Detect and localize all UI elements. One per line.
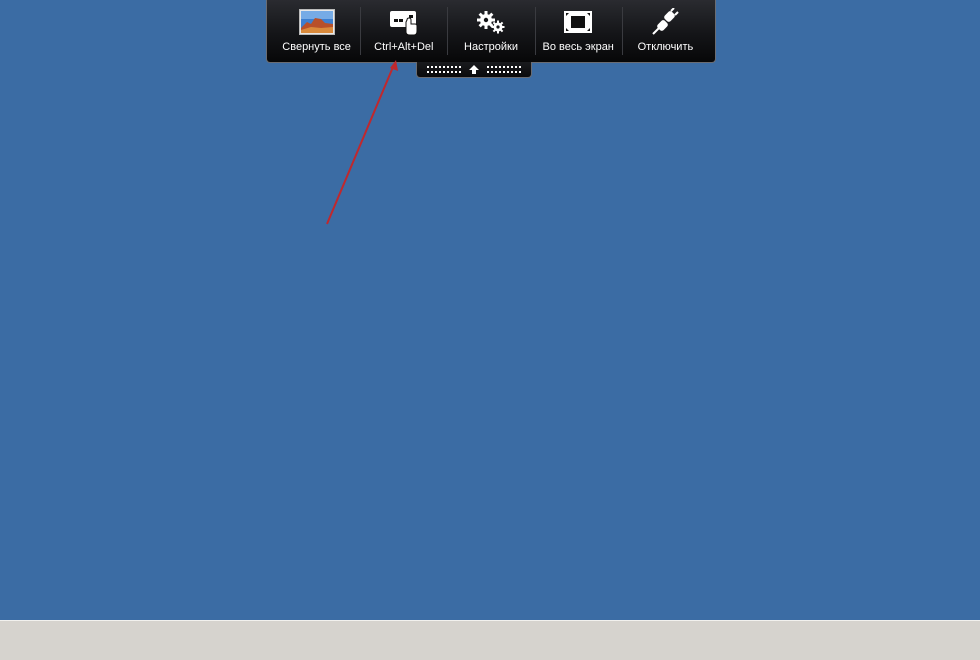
fullscreen-icon bbox=[558, 8, 598, 36]
plug-icon bbox=[645, 8, 685, 36]
settings-label: Настройки bbox=[464, 41, 518, 53]
settings-button[interactable]: Настройки bbox=[447, 0, 534, 62]
fullscreen-button[interactable]: Во весь экран bbox=[534, 0, 622, 62]
remote-session-toolbar: Свернуть все Ctrl+Alt+Del Настройки Во в… bbox=[266, 0, 716, 63]
ctrl-alt-del-label: Ctrl+Alt+Del bbox=[374, 41, 434, 53]
minimize-all-label: Свернуть все bbox=[282, 41, 351, 53]
fullscreen-label: Во весь экран bbox=[542, 41, 614, 53]
grip-dots-left bbox=[427, 65, 461, 73]
taskbar bbox=[0, 620, 980, 660]
toolbar-collapse-handle[interactable] bbox=[416, 62, 532, 78]
desert-wallpaper-icon bbox=[297, 8, 337, 36]
remote-desktop-area bbox=[0, 0, 980, 620]
minimize-all-button[interactable]: Свернуть все bbox=[273, 0, 360, 62]
gears-icon bbox=[471, 8, 511, 36]
keyboard-hand-icon bbox=[384, 8, 424, 36]
ctrl-alt-del-button[interactable]: Ctrl+Alt+Del bbox=[360, 0, 447, 62]
up-arrow-icon bbox=[469, 65, 479, 74]
disconnect-button[interactable]: Отключить bbox=[621, 0, 709, 62]
grip-dots-right bbox=[487, 65, 521, 73]
disconnect-label: Отключить bbox=[637, 41, 694, 53]
